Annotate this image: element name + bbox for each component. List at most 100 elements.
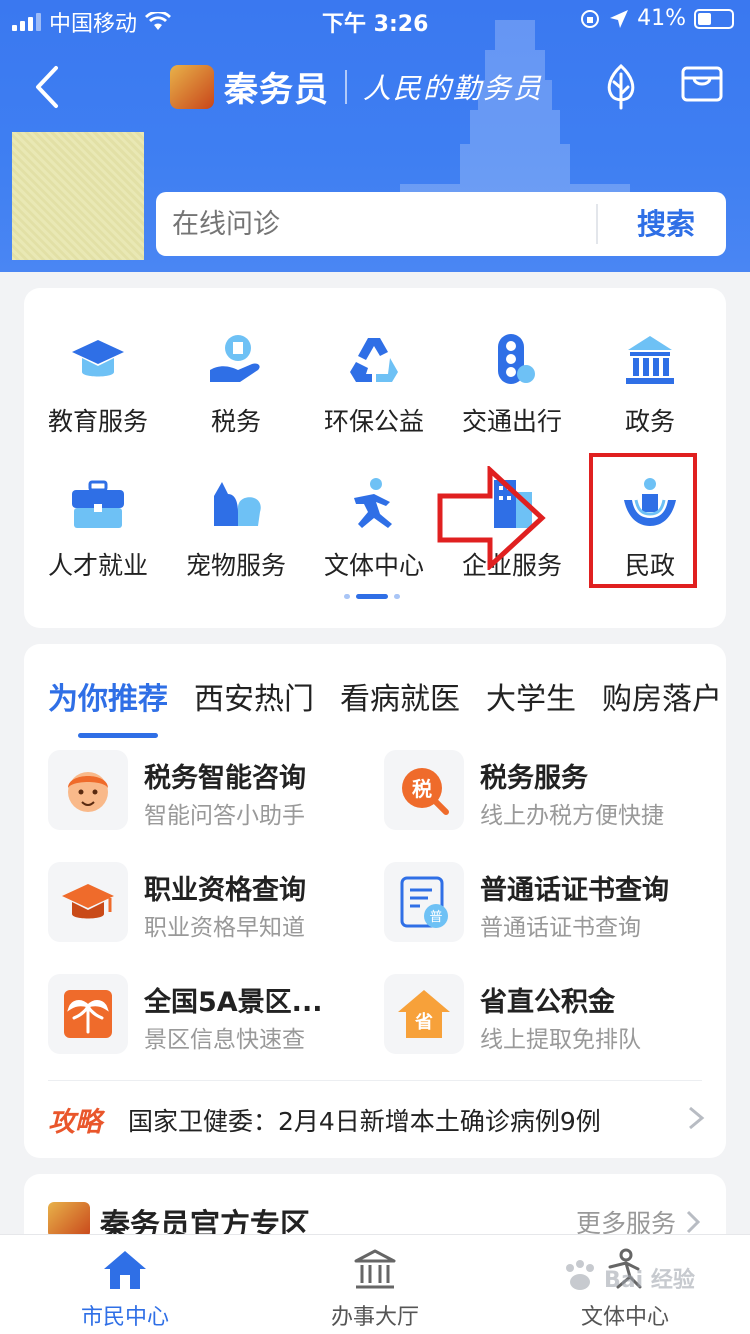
- app-name: 秦务员: [224, 70, 329, 110]
- recycle-icon: [350, 338, 398, 382]
- header: 中国移动 下午 3:26 41% 秦务员 人民的勤务员 搜索: [0, 0, 750, 272]
- service-civil-affairs[interactable]: 民政: [580, 476, 720, 596]
- chevron-right-icon: [689, 1106, 705, 1130]
- tax-search-icon: 税: [402, 768, 449, 815]
- mortarboard-icon: [62, 884, 114, 919]
- item-icon-box: 税: [384, 750, 464, 830]
- service-pet[interactable]: 宠物服务: [166, 476, 306, 596]
- location-icon: [610, 9, 629, 28]
- service-label: 税务: [210, 407, 261, 436]
- tab-students[interactable]: 大学生: [486, 674, 576, 718]
- service-culture-sports[interactable]: 文体中心: [304, 476, 444, 596]
- item-icon-box: [48, 974, 128, 1054]
- item-title: 职业资格查询: [144, 875, 306, 906]
- recommend-tabs: 为你推荐 西安热门 看病就医 大学生 购房落户: [48, 674, 722, 738]
- item-title: 普通话证书查询: [480, 875, 669, 906]
- list-item[interactable]: 普 普通话证书查询 普通话证书查询: [384, 862, 704, 944]
- item-title: 省直公积金: [480, 987, 615, 1018]
- carousel-indicator: [344, 594, 400, 599]
- pet-icon: [214, 482, 261, 526]
- service-label: 宠物服务: [185, 551, 286, 580]
- carrier-name: 中国移动: [49, 12, 138, 37]
- search-divider: [596, 204, 598, 244]
- service-employment[interactable]: 人才就业: [28, 476, 168, 596]
- service-environment[interactable]: 环保公益: [304, 332, 444, 452]
- nav-label: 办事大厅: [330, 1305, 419, 1330]
- tab-xian-hot[interactable]: 西安热门: [194, 674, 314, 718]
- tax-hand-icon: [210, 335, 260, 382]
- service-government[interactable]: 政务: [580, 332, 720, 452]
- runner-icon: [354, 478, 392, 528]
- carousel-dot: [394, 594, 400, 599]
- tree-icon[interactable]: [596, 62, 646, 112]
- news-ticker[interactable]: 攻略 国家卫健委：2月4日新增本土确诊病例9例: [48, 1096, 708, 1140]
- rotation-lock-icon: [581, 9, 600, 28]
- enterprise-icon: [494, 480, 532, 528]
- carousel-dot: [344, 594, 350, 599]
- wifi-icon: [145, 12, 172, 30]
- bottom-nav: 市民中心 办事大厅 文体中心: [0, 1234, 750, 1334]
- service-label: 人才就业: [47, 551, 148, 580]
- search-button[interactable]: 搜索: [616, 192, 716, 256]
- user-avatar[interactable]: [12, 132, 144, 260]
- service-label: 政务: [624, 407, 675, 436]
- service-label: 教育服务: [47, 407, 148, 436]
- tab-culture-sports[interactable]: 文体中心: [545, 1247, 705, 1333]
- civil-affairs-icon: [624, 478, 676, 526]
- item-title: 税务智能咨询: [144, 763, 306, 794]
- service-enterprise[interactable]: 企业服务: [442, 476, 582, 596]
- service-tax[interactable]: 税务: [166, 332, 306, 452]
- tab-medical[interactable]: 看病就医: [340, 674, 460, 718]
- service-label: 文体中心: [323, 551, 424, 580]
- news-headline: 国家卫健委：2月4日新增本土确诊病例9例: [128, 1107, 601, 1136]
- government-building-icon: [626, 336, 674, 384]
- list-item[interactable]: 税 税务服务 线上办税方便快捷: [384, 750, 704, 832]
- item-icon-box: [48, 862, 128, 942]
- list-item[interactable]: 职业资格查询 职业资格早知道: [48, 862, 368, 944]
- list-item[interactable]: 省 省直公积金 线上提取免排队: [384, 974, 704, 1056]
- assistant-icon: [68, 772, 108, 812]
- status-bar: 中国移动 下午 3:26 41%: [0, 0, 750, 42]
- service-grid: 教育服务 税务 环保公益 交通出行 政务 人才就业 宠物服务 文体中心 企业服务…: [24, 288, 726, 628]
- item-subtitle: 线上提取免排队: [480, 1027, 641, 1053]
- brand: 秦务员 人民的勤务员: [170, 62, 543, 111]
- wallet-icon[interactable]: [680, 64, 724, 104]
- certificate-icon: 普: [400, 876, 448, 928]
- tab-recommend[interactable]: 为你推荐: [48, 674, 168, 738]
- item-icon-box: 省: [384, 974, 464, 1054]
- graduation-cap-icon: [72, 340, 124, 377]
- service-label: 交通出行: [461, 407, 562, 436]
- nav-label: 文体中心: [580, 1305, 669, 1330]
- nav-label: 市民中心: [80, 1305, 169, 1330]
- item-subtitle: 智能问答小助手: [144, 803, 305, 829]
- item-subtitle: 普通话证书查询: [480, 915, 641, 941]
- battery-icon: [694, 8, 734, 29]
- tab-service-hall[interactable]: 办事大厅: [295, 1247, 455, 1333]
- item-subtitle: 景区信息快速查: [144, 1027, 305, 1053]
- recommend-panel: 为你推荐 西安热门 看病就医 大学生 购房落户 税务智能咨询 智能问答小助手 税…: [24, 644, 726, 1158]
- svg-text:普: 普: [429, 910, 442, 925]
- tab-citizen-center[interactable]: 市民中心: [45, 1247, 205, 1333]
- palm-tree-icon: [64, 990, 112, 1038]
- culture-sports-icon: [608, 1248, 642, 1289]
- search-input[interactable]: [172, 192, 592, 256]
- battery-percent: 41%: [637, 6, 686, 31]
- tab-housing[interactable]: 购房落户: [602, 674, 722, 718]
- item-subtitle: 职业资格早知道: [144, 915, 305, 941]
- item-icon-box: 普: [384, 862, 464, 942]
- signal-icon: [12, 13, 41, 31]
- service-education[interactable]: 教育服务: [28, 332, 168, 452]
- app-logo-icon: [48, 1202, 90, 1238]
- chevron-right-icon: [686, 1210, 700, 1234]
- briefcase-icon: [72, 480, 124, 528]
- search-bar: 搜索: [156, 192, 726, 256]
- item-title: 税务服务: [480, 763, 588, 794]
- service-transport[interactable]: 交通出行: [442, 332, 582, 452]
- item-title: 全国5A景区...: [144, 987, 323, 1018]
- list-item[interactable]: 税务智能咨询 智能问答小助手: [48, 750, 368, 832]
- news-tag: 攻略: [48, 1107, 102, 1138]
- service-label: 环保公益: [323, 407, 424, 436]
- traffic-light-icon: [498, 334, 535, 384]
- back-arrow-icon[interactable]: [30, 62, 66, 112]
- list-item[interactable]: 全国5A景区... 景区信息快速查: [48, 974, 368, 1056]
